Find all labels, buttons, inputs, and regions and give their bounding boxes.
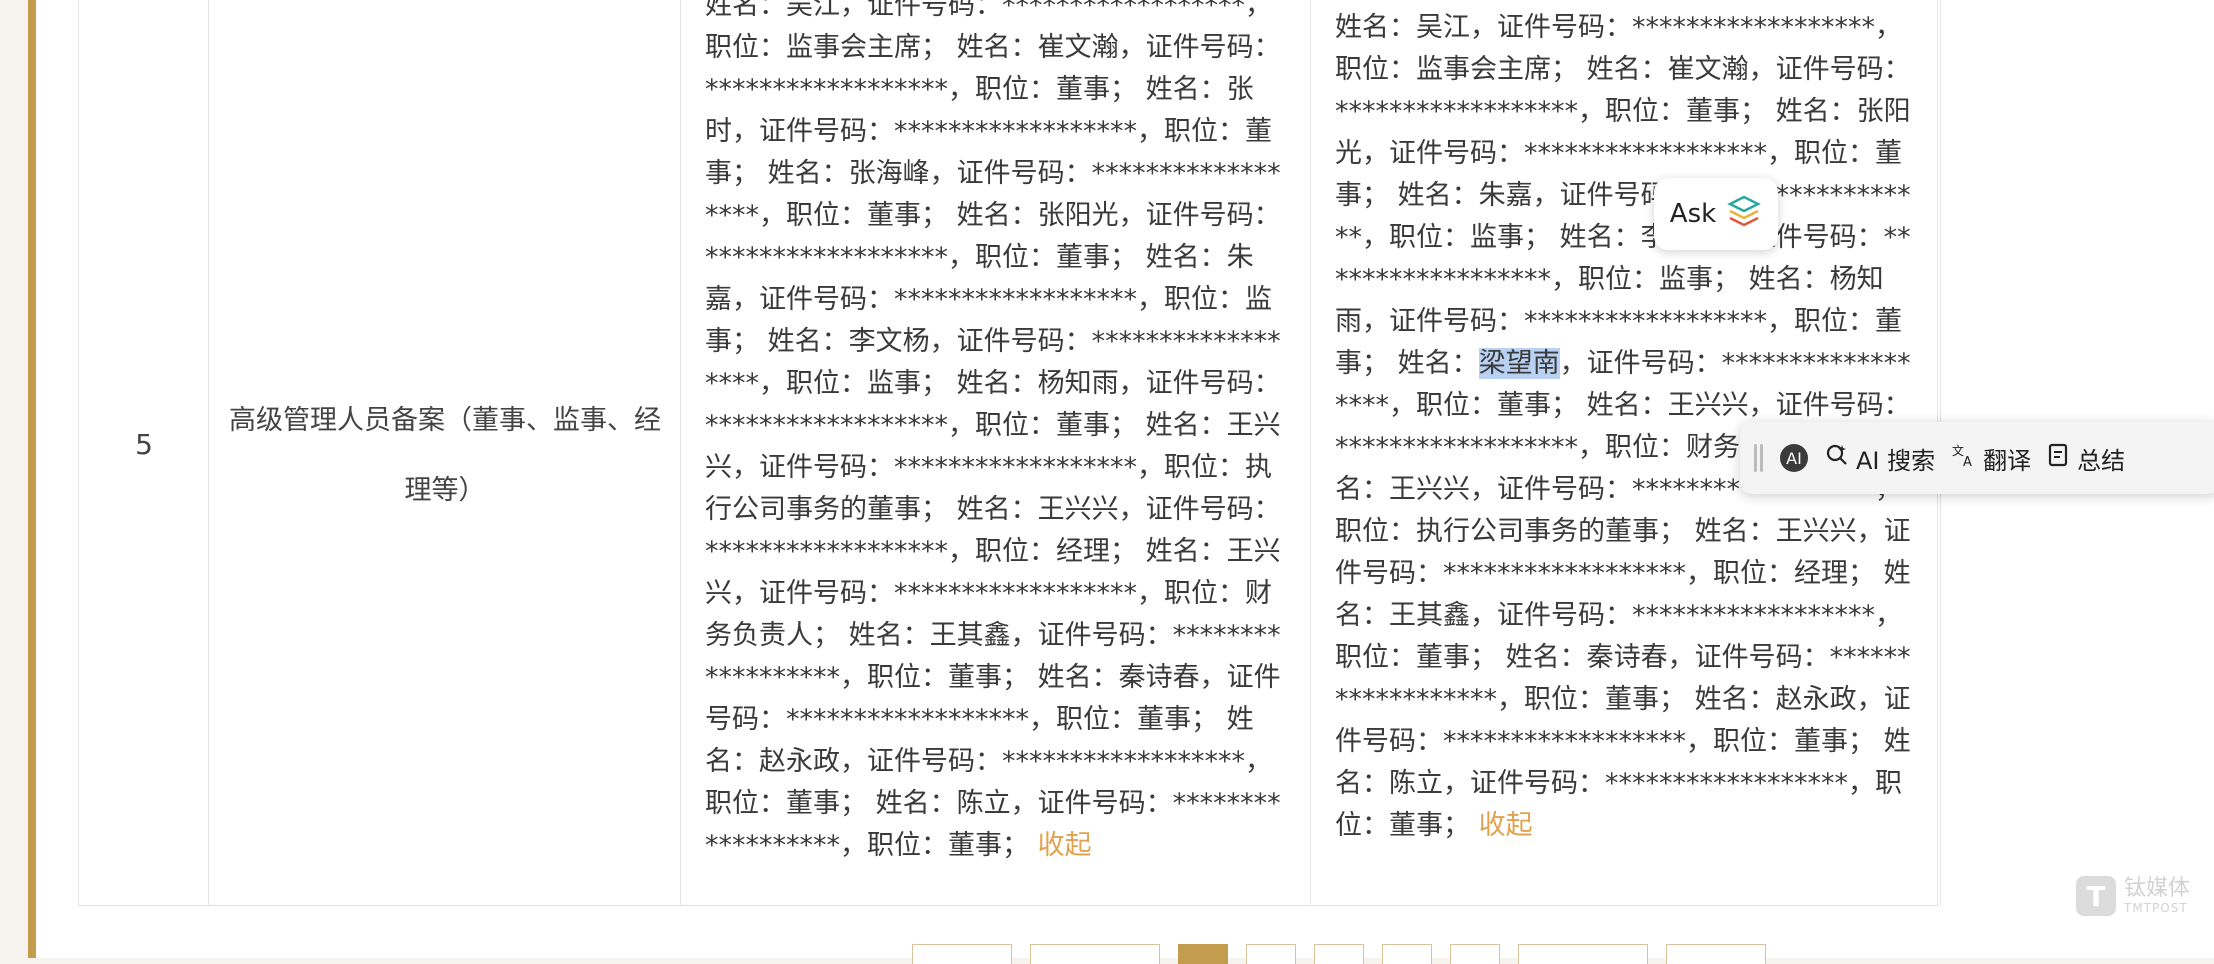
watermark-cn: 钛媒体 [2124,876,2191,902]
pagination [0,944,2214,964]
ask-label: Ask [1669,199,1717,229]
tmtpost-watermark: T 钛媒体 TMTPOST [2076,876,2190,916]
after-text-part-1: 姓名：吴江，证件号码：******************，职位：监事会主席； … [1335,12,1911,379]
pagination-page[interactable] [1314,944,1364,964]
before-text-body: 姓名：吴江，证件号码：******************，职位：监事会主席； … [705,0,1281,861]
pagination-last[interactable] [1518,944,1648,964]
before-change-text: 姓名：吴江，证件号码：******************，职位：监事会主席； … [705,0,1289,905]
ask-popup-button[interactable]: Ask [1654,178,1778,250]
ai-search-label: AI 搜索 [1856,446,1936,475]
ai-search-icon [1824,442,1850,474]
row-number: 5 [135,428,153,461]
ai-search-button[interactable]: AI 搜索 [1824,441,1935,476]
selection-toolbar: AI AI 搜索 文A 翻译 总结 [1740,422,2214,494]
translate-icon: 文A [1951,442,1977,474]
assistant-avatar[interactable]: AI [1780,444,1808,472]
pagination-page[interactable] [1246,944,1296,964]
collapse-link-after[interactable]: 收起 [1479,810,1533,841]
pagination-page[interactable] [1382,944,1432,964]
summary-button[interactable]: 总结 [2047,441,2125,476]
pagination-next[interactable] [1666,944,1766,964]
pagination-page-current[interactable] [1178,944,1228,964]
pagination-page[interactable] [1450,944,1500,964]
change-item-label: 高级管理人员备案（董事、监事、经理等） [229,405,661,506]
watermark-en: TMTPOST [2124,900,2188,915]
translate-button[interactable]: 文A 翻译 [1951,441,2031,476]
summary-label: 总结 [2077,446,2126,475]
drag-handle-icon[interactable] [1754,444,1764,472]
selected-name-highlight[interactable]: 梁望南 [1478,348,1560,379]
col-before-change: 姓名：吴江，证件号码：******************，职位：监事会主席； … [681,0,1311,906]
translate-label: 翻译 [1983,446,2032,475]
pagination-first[interactable] [1030,944,1160,964]
summary-icon [2047,442,2071,474]
pagination-prev[interactable] [912,944,1012,964]
change-records-table: 5 高级管理人员备案（董事、监事、经理等） 姓名：吴江，证件号码：*******… [78,0,1941,906]
layers-logo-icon [1726,193,1762,236]
col-item: 高级管理人员备案（董事、监事、经理等） [209,0,681,906]
col-index: 5 [79,0,209,906]
tmtpost-logo-icon: T [2076,876,2116,916]
collapse-link-before[interactable]: 收起 [1038,830,1092,861]
svg-text:A: A [1963,455,1972,468]
left-accent-bar [28,0,36,958]
